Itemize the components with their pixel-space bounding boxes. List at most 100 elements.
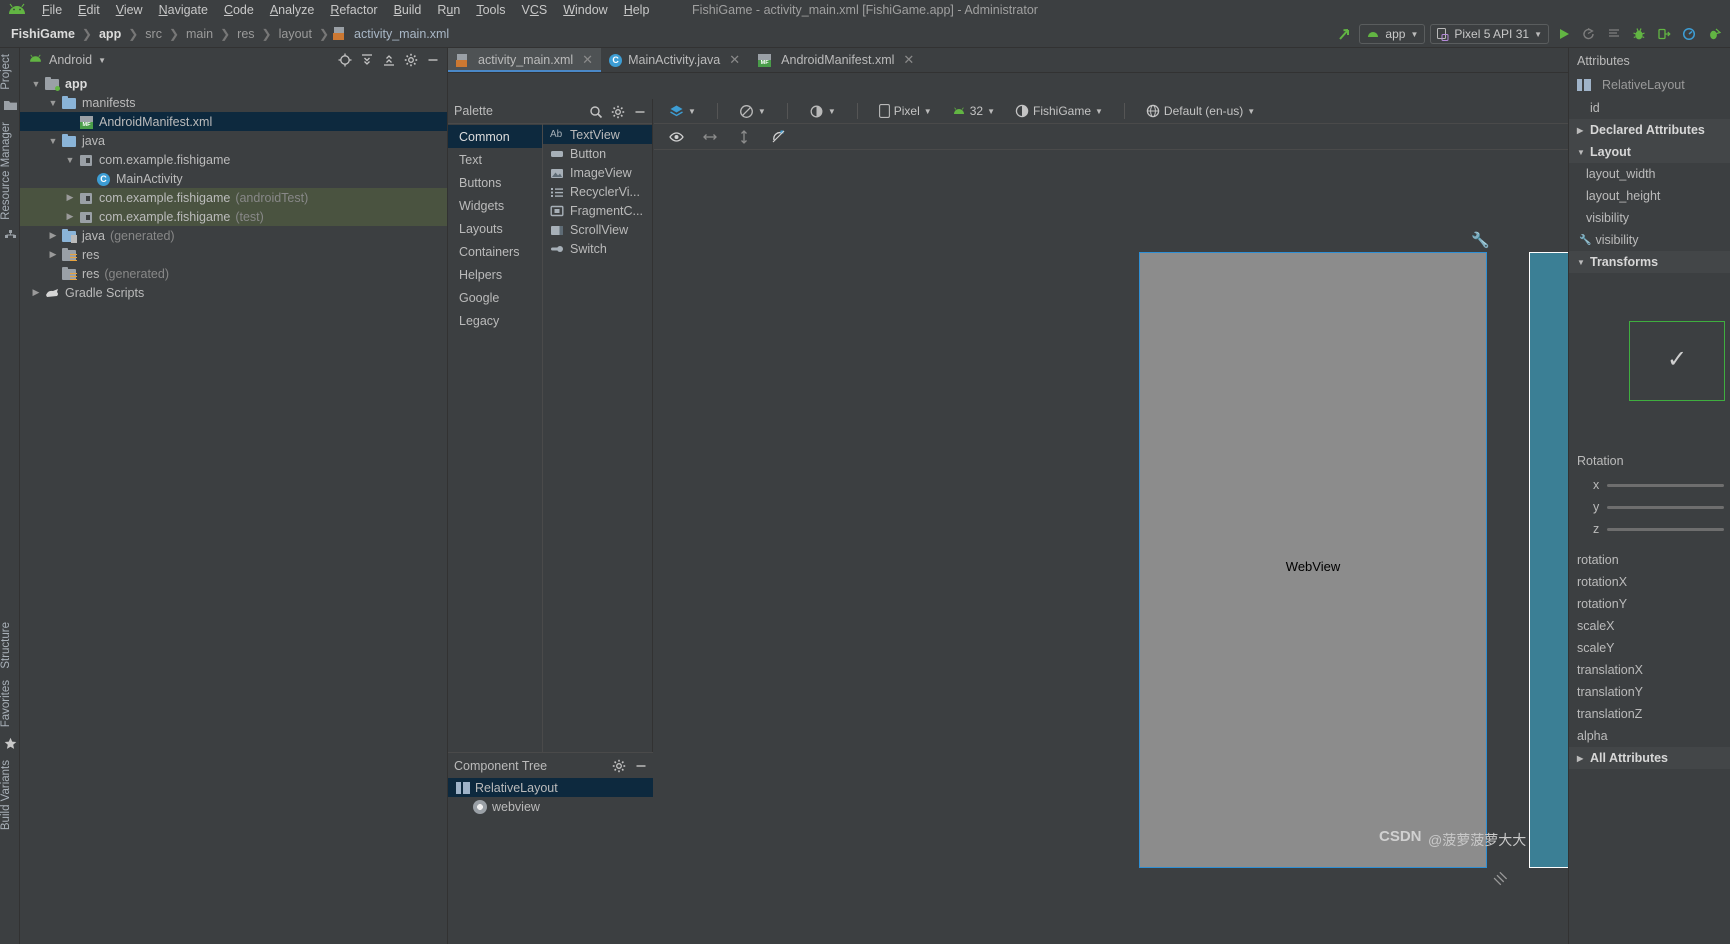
eye-icon[interactable] [666,126,686,148]
hide-panel-icon[interactable] [631,755,651,777]
attr-row-translationx[interactable]: translationX [1569,659,1730,681]
tab-mainactivity-java[interactable]: C MainActivity.java ✕ [601,48,748,72]
slider-track[interactable] [1607,483,1724,487]
debug-icon[interactable] [1629,24,1649,44]
project-tree[interactable]: ▼app▼manifests AndroidManifest.xml▼java▼… [20,72,447,302]
resource-manager-icon[interactable] [0,226,20,246]
tree-row[interactable]: AndroidManifest.xml [20,112,447,131]
palette-item-scrollview[interactable]: ScrollView [543,220,652,239]
rotation-z-slider[interactable]: z [1569,518,1730,540]
attr-row-id[interactable]: id [1569,97,1730,119]
palette-item-imageview[interactable]: ImageView [543,163,652,182]
attributes-rows[interactable]: id ▶ Declared Attributes ▼ Layout layout… [1569,97,1730,273]
close-icon[interactable]: ✕ [903,52,914,68]
tab-activity-main-xml[interactable]: activity_main.xml ✕ [448,48,602,72]
target-icon[interactable] [335,49,355,71]
collapse-all-icon[interactable] [357,49,377,71]
theme-selector[interactable]: FishiGame ▼ [1010,101,1108,121]
attr-section-transforms[interactable]: ▼ Transforms [1569,251,1730,273]
resize-handle[interactable]: ☰ [1490,869,1510,889]
menu-tools[interactable]: Tools [468,1,513,19]
run-configuration-selector[interactable]: app ▼ [1359,24,1426,44]
menu-view[interactable]: View [108,1,151,19]
api-level-selector[interactable]: 32 ▼ [947,101,1000,121]
sidebar-item-favorites[interactable]: Favorites [0,674,20,733]
menu-code[interactable]: Code [216,1,262,19]
chevron-right-icon[interactable]: ▶ [28,287,44,298]
orientation-icon[interactable]: ▼ [804,101,841,121]
chevron-down-icon[interactable]: ▼ [62,155,78,165]
expand-all-icon[interactable] [379,49,399,71]
design-mode-icon[interactable]: ▼ [664,101,701,121]
tree-row[interactable]: C MainActivity [20,169,447,188]
hide-panel-icon[interactable] [423,49,443,71]
attr-row-tools-visibility[interactable]: 🔧 visibility [1569,229,1730,251]
menu-analyze[interactable]: Analyze [262,1,322,19]
search-icon[interactable] [586,101,606,123]
breadcrumb-item-src[interactable]: src [142,26,165,42]
menu-window[interactable]: Window [555,1,615,19]
tree-row[interactable]: ▼ com.example.fishigame [20,150,447,169]
chevron-right-icon[interactable]: ▶ [45,230,61,241]
chevron-down-icon[interactable]: ▼ [28,79,44,89]
tree-row[interactable]: ▶ res [20,245,447,264]
attr-section-layout[interactable]: ▼ Layout [1569,141,1730,163]
attr-section-declared-attributes[interactable]: ▶ Declared Attributes [1569,119,1730,141]
settings-icon[interactable] [401,49,421,71]
chevron-right-icon[interactable]: ▶ [62,192,78,203]
horizontal-constraint-icon[interactable] [700,126,720,148]
palette-category-text[interactable]: Text [448,148,542,171]
apply-code-changes-icon[interactable] [1604,24,1624,44]
device-preview-selector[interactable]: Pixel ▼ [874,101,937,121]
slider-track[interactable] [1607,527,1724,531]
device-config-wrench-icon[interactable]: 🔧 [1471,231,1490,249]
run-icon[interactable] [1554,24,1574,44]
hide-panel-icon[interactable] [630,101,650,123]
component-node-webview[interactable]: webview [448,797,653,816]
breadcrumb-item-app[interactable]: app [96,26,124,42]
attr-row-translationz[interactable]: translationZ [1569,703,1730,725]
breadcrumb-item-layout[interactable]: layout [276,26,315,42]
attr-row-rotationy[interactable]: rotationY [1569,593,1730,615]
sidebar-item-project[interactable]: Project [0,48,20,96]
palette-category-google[interactable]: Google [448,286,542,309]
rotation-y-slider[interactable]: y [1569,496,1730,518]
menu-edit[interactable]: Edit [70,1,108,19]
menu-help[interactable]: Help [616,1,658,19]
menu-file[interactable]: File [34,1,70,19]
tree-row[interactable]: ▶ java (generated) [20,226,447,245]
breadcrumb-item-file[interactable]: activity_main.xml [351,26,452,42]
tree-row[interactable]: ▶ com.example.fishigame (androidTest) [20,188,447,207]
component-node-relativelayout[interactable]: RelativeLayout [448,778,653,797]
star-icon[interactable] [0,734,20,754]
blueprint-mode-icon[interactable]: ▼ [734,101,771,121]
attach-debugger-icon[interactable] [1654,24,1674,44]
slider-track[interactable] [1607,505,1724,509]
palette-item-recyclervi[interactable]: RecyclerVi... [543,182,652,201]
palette-category-layouts[interactable]: Layouts [448,217,542,240]
locale-selector[interactable]: Default (en-us) ▼ [1141,101,1260,121]
attr-row-visibility[interactable]: visibility [1569,207,1730,229]
chevron-down-icon[interactable]: ▼ [45,136,61,146]
settings-icon[interactable] [608,101,628,123]
device-selector[interactable]: Pixel 5 API 31 ▼ [1430,24,1549,44]
tree-row[interactable]: res (generated) [20,264,447,283]
profiler-icon[interactable] [1679,24,1699,44]
palette-item-textview[interactable]: Ab TextView [543,125,652,144]
tab-androidmanifest-xml[interactable]: AndroidManifest.xml ✕ [748,48,922,72]
sidebar-item-build-variants[interactable]: Build Variants [0,754,20,836]
design-preview-frame[interactable]: WebView [1139,252,1487,868]
attr-row-rotation[interactable]: rotation [1569,549,1730,571]
apply-changes-icon[interactable] [1579,24,1599,44]
menu-run[interactable]: Run [429,1,468,19]
chevron-down-icon[interactable]: ▼ [98,56,106,65]
attr-row-layout-width[interactable]: layout_width [1569,163,1730,185]
sidebar-item-resource-manager[interactable]: Resource Manager [0,116,20,226]
palette-item-switch[interactable]: Switch [543,239,652,258]
run-device-icon[interactable] [1704,24,1724,44]
palette-category-helpers[interactable]: Helpers [448,263,542,286]
vertical-constraint-icon[interactable] [734,126,754,148]
attr-row-layout-height[interactable]: layout_height [1569,185,1730,207]
rotation-x-slider[interactable]: x [1569,474,1730,496]
palette-items[interactable]: Ab TextView Button ImageView RecyclerVi... Fr… [543,124,652,752]
